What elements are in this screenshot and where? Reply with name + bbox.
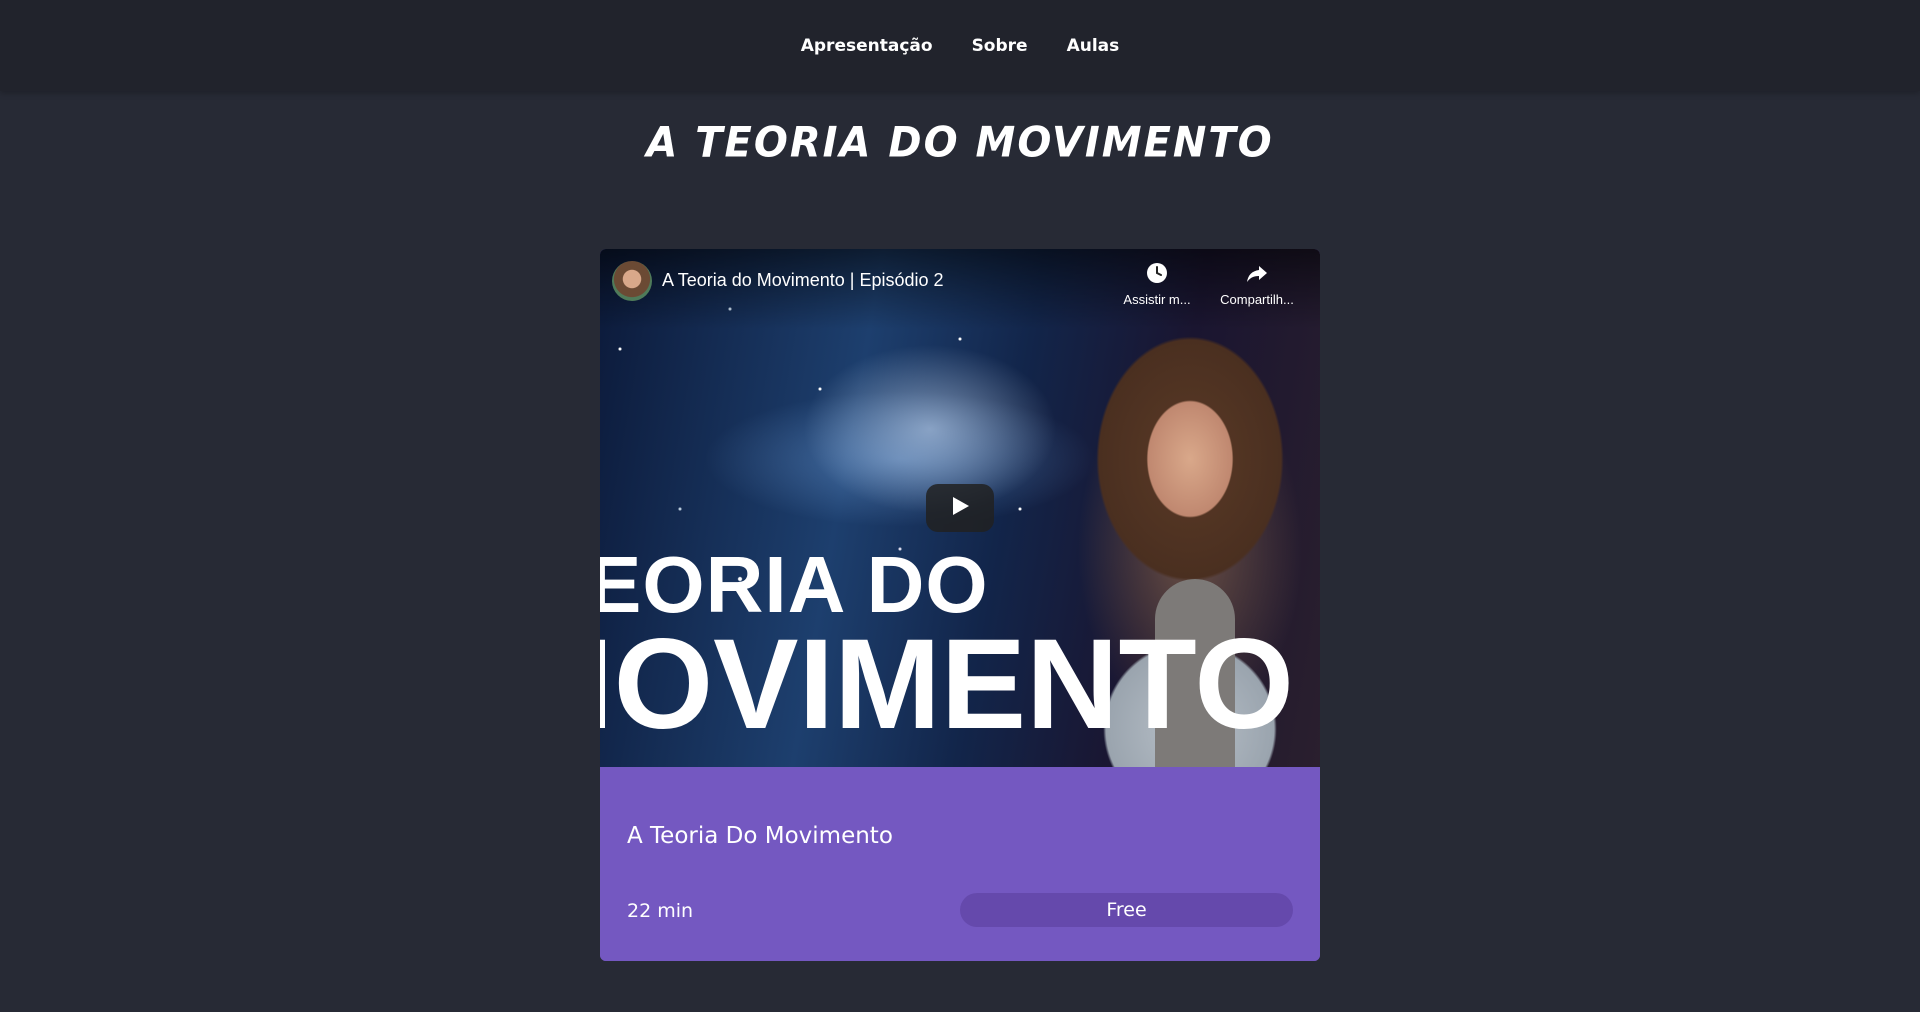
- watch-later-button[interactable]: Assistir m...: [1112, 261, 1202, 308]
- course-title: A Teoria Do Movimento: [627, 823, 893, 849]
- course-duration: 22 min: [627, 900, 694, 922]
- video-title[interactable]: A Teoria do Movimento | Episódio 2: [662, 270, 944, 291]
- share-label: Compartilh...: [1220, 292, 1294, 307]
- nav-link-aulas[interactable]: Aulas: [1067, 36, 1120, 56]
- share-icon: [1245, 261, 1269, 285]
- top-nav: Apresentação Sobre Aulas: [0, 0, 1920, 91]
- video-player[interactable]: EORIA DO IOVIMENTO A Teoria do Movimento…: [600, 249, 1320, 767]
- watch-later-label: Assistir m...: [1123, 292, 1191, 307]
- channel-avatar[interactable]: [612, 261, 652, 301]
- share-button[interactable]: Compartilh...: [1212, 261, 1302, 308]
- page-title: A TEORIA DO MOVIMENTO: [646, 118, 1274, 168]
- nav-link-apresentacao[interactable]: Apresentação: [801, 36, 933, 56]
- play-button[interactable]: [926, 484, 994, 532]
- nav-link-sobre[interactable]: Sobre: [972, 36, 1028, 56]
- course-card: EORIA DO IOVIMENTO A Teoria do Movimento…: [600, 249, 1320, 961]
- thumbnail-text-line2: IOVIMENTO: [600, 613, 1294, 756]
- play-icon: [949, 495, 971, 521]
- clock-icon: [1145, 261, 1169, 285]
- price-badge: Free: [960, 893, 1293, 927]
- course-card-body: A Teoria Do Movimento 22 min Free: [600, 767, 1320, 961]
